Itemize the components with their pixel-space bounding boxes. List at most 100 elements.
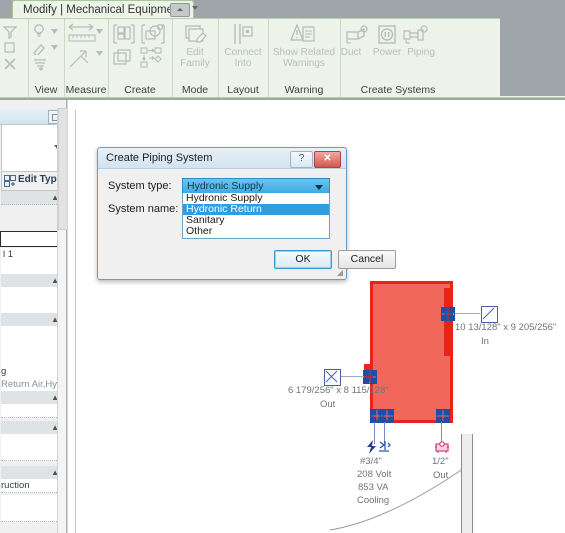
measure-along-element-icon[interactable] <box>68 47 94 69</box>
palette-group-header[interactable]: ▲ <box>1 191 65 205</box>
hide-element-chevron-down-icon[interactable] <box>51 29 58 34</box>
palette-group-header[interactable]: ▲ <box>1 274 65 288</box>
panel-selection <box>0 19 29 97</box>
dropdown-option-other[interactable]: Other <box>183 226 329 237</box>
system-type-dropdown-list[interactable]: Hydronic Supply Hydronic Return Sanitary… <box>182 193 330 239</box>
palette-row-value: g <box>1 366 7 377</box>
duct-symbol-out[interactable] <box>324 369 341 386</box>
cancel-button[interactable]: Cancel <box>338 250 396 269</box>
dimension-ruler-icon[interactable] <box>68 33 96 43</box>
wall-element[interactable] <box>461 434 473 533</box>
create-parts-icon[interactable] <box>112 47 138 69</box>
override-graphics-chevron-down-icon[interactable] <box>51 45 58 50</box>
ribbon-empty-area <box>500 18 565 96</box>
panel-mode: Edit Family Mode <box>172 19 219 97</box>
connect-into-label-line1: Connect <box>224 47 262 58</box>
palette-row[interactable] <box>1 352 65 366</box>
panel-layout: Connect Into Layout <box>218 19 269 97</box>
edit-family-label-line2: Family <box>180 58 210 69</box>
filter-icon[interactable] <box>2 25 18 39</box>
power-icon[interactable] <box>376 25 398 45</box>
create-piping-system-dialog[interactable]: Create Piping System ? ✕ System type: Sy… <box>97 147 396 280</box>
palette-group-header[interactable]: ▲ <box>1 421 65 435</box>
palette-row[interactable] <box>1 447 65 461</box>
ok-button[interactable]: OK <box>274 250 332 269</box>
pin-icon[interactable] <box>2 41 18 55</box>
palette-row[interactable]: ruction <box>1 479 65 493</box>
panel-create-systems: Duct Power Piping Create Systems <box>340 19 440 97</box>
help-button[interactable]: ? <box>290 151 313 168</box>
annotation-duct-out-size: 6 179/256" x 8 115/128" <box>288 385 389 396</box>
leader-line-out <box>338 376 364 377</box>
panel-measure-content <box>64 21 108 75</box>
panel-mode-label: Mode <box>181 84 209 96</box>
annotation-duct-in-flow: In <box>481 336 489 347</box>
measure-chevron-down-icon[interactable] <box>96 29 103 34</box>
system-type-label: System type: <box>108 180 172 192</box>
ribbon-minimize-icon[interactable] <box>170 3 190 17</box>
ribbon: Modify | Mechanical Equipment View Measu… <box>0 0 565 100</box>
show-related-warnings-icon[interactable] <box>290 23 318 45</box>
duct-connector-out[interactable] <box>363 370 377 384</box>
delete-icon[interactable] <box>2 57 18 71</box>
edit-type-icon <box>4 175 16 187</box>
palette-row-value: Return Air,Hy... <box>1 379 65 390</box>
panel-create-systems-content: Duct Power Piping <box>340 21 440 75</box>
properties-palette-scrollbar[interactable] <box>57 108 68 533</box>
palette-row[interactable]: g <box>1 365 65 379</box>
palette-row[interactable] <box>1 287 65 301</box>
measure-between-references-icon[interactable] <box>68 23 94 31</box>
dialog-title-bar[interactable]: Create Piping System ? ✕ <box>98 148 346 169</box>
annotation-duct-out-flow: Out <box>320 399 336 410</box>
system-name-label: System name: <box>108 203 179 215</box>
piping-icon[interactable] <box>402 25 430 45</box>
palette-row[interactable] <box>1 434 65 448</box>
close-button[interactable]: ✕ <box>314 151 341 168</box>
chevron-down-icon[interactable] <box>192 6 198 10</box>
palette-row[interactable]: Return Air,Hy... <box>1 378 65 392</box>
properties-palette: Edit Type ▲ l 1 ▲ ▲ g Return Air,Hy... ▲… <box>0 100 68 533</box>
hide-element-icon[interactable] <box>32 23 49 39</box>
palette-row[interactable] <box>1 339 65 353</box>
palette-group-header[interactable]: ▲ <box>1 391 65 405</box>
duct-icon[interactable] <box>344 25 370 45</box>
ribbon-body: View Measure Create Edit Family Mode Con… <box>0 18 565 98</box>
override-graphics-icon[interactable] <box>32 41 49 55</box>
equipment-edge-right <box>444 288 452 356</box>
panel-create-label: Create <box>124 84 156 96</box>
palette-row[interactable] <box>1 495 65 509</box>
edit-family-icon[interactable] <box>183 23 209 45</box>
panel-create-content <box>108 21 172 75</box>
palette-row[interactable] <box>1 508 65 522</box>
duct-connector-in[interactable] <box>441 307 455 321</box>
palette-row[interactable] <box>1 300 65 314</box>
panel-view-label: View <box>34 84 58 96</box>
panel-measure: Measure <box>64 19 109 97</box>
palette-row[interactable] <box>1 326 65 340</box>
palette-group-header[interactable]: ▲ <box>1 313 65 327</box>
palette-group-header[interactable]: ▲ <box>1 466 65 480</box>
palette-row[interactable] <box>1 261 65 275</box>
annotation-duct-in-size: 10 13/128" x 9 205/256" <box>455 322 557 333</box>
palette-row[interactable] <box>1 404 65 418</box>
create-assembly-icon[interactable] <box>140 47 166 69</box>
ribbon-tab-strip: Modify | Mechanical Equipment <box>0 0 565 19</box>
palette-row[interactable]: l 1 <box>1 248 65 262</box>
piping-label: Piping <box>407 47 435 58</box>
panel-layout-label: Layout <box>227 84 259 96</box>
mechanical-equipment-element[interactable] <box>370 281 453 423</box>
measure-along-chevron-down-icon[interactable] <box>96 51 103 56</box>
connect-into-icon[interactable] <box>231 23 255 45</box>
create-similar-icon[interactable] <box>112 23 136 45</box>
resize-grip-icon[interactable]: ◢ <box>337 268 343 277</box>
duct-symbol-in[interactable] <box>481 306 498 323</box>
dialog-button-row: OK Cancel <box>274 250 396 269</box>
tab-modify-mechanical-equipment[interactable]: Modify | Mechanical Equipment <box>12 0 194 19</box>
chevron-down-icon[interactable] <box>315 185 323 190</box>
leader-line-in <box>455 313 480 314</box>
dialog-title: Create Piping System <box>106 152 213 164</box>
edit-type-label: Edit Type <box>18 174 63 185</box>
linework-icon[interactable] <box>32 57 49 71</box>
edit-family-label-line1: Edit <box>186 47 204 58</box>
create-group-icon[interactable] <box>140 23 166 45</box>
